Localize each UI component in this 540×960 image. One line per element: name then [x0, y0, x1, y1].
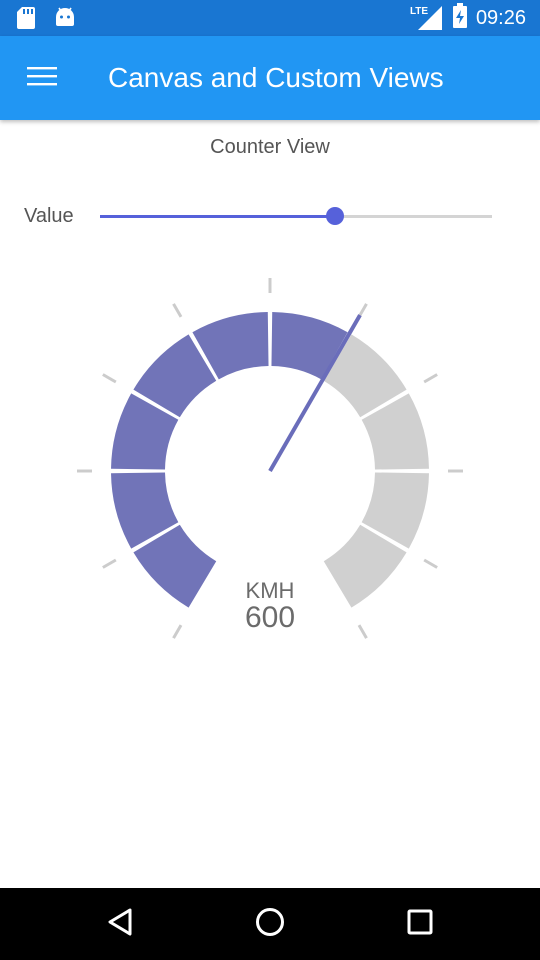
back-icon	[106, 907, 134, 942]
recents-icon	[406, 908, 434, 941]
back-button[interactable]	[90, 900, 150, 948]
gauge-tick	[423, 558, 438, 569]
home-icon	[255, 907, 285, 942]
nav-bar	[0, 888, 540, 960]
gauge-value: 600	[244, 601, 296, 634]
gauge-segments	[111, 312, 429, 608]
gauge-tick	[357, 303, 368, 318]
gauge-tick	[172, 303, 183, 318]
gauge-tick	[102, 558, 117, 569]
gauge-tick	[423, 373, 438, 384]
home-button[interactable]	[240, 900, 300, 948]
gauge-tick	[102, 373, 117, 384]
recents-button[interactable]	[390, 900, 450, 948]
